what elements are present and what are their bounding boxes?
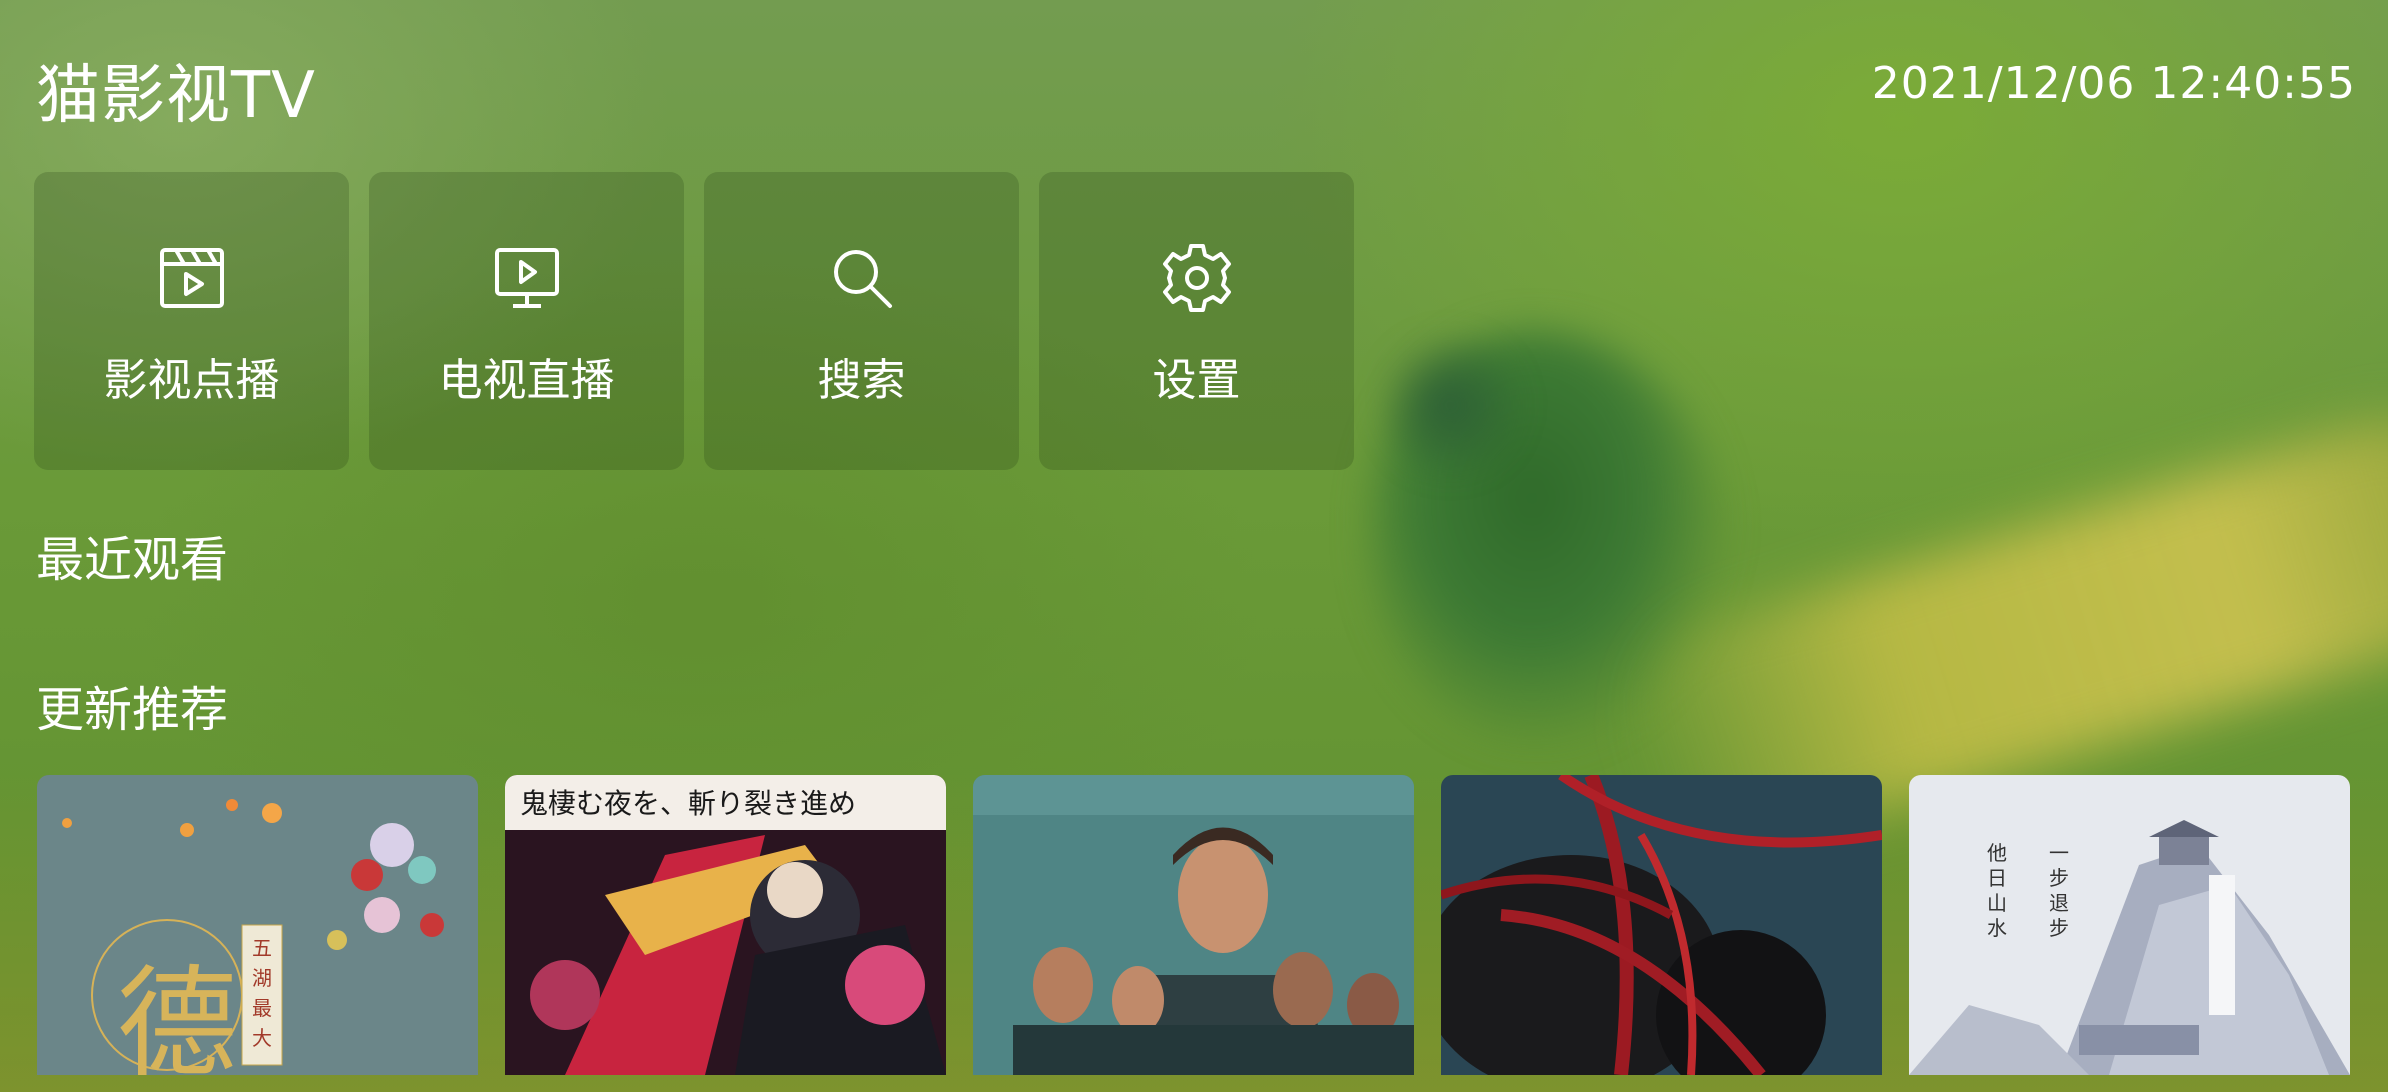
search-icon (833, 250, 892, 308)
poster-card[interactable] (973, 775, 1414, 1075)
poster-side-text: 五 (252, 936, 272, 960)
svg-text:一: 一 (2049, 841, 2069, 865)
poster-side-text: 他 (1987, 841, 2007, 865)
svg-text:湖: 湖 (252, 966, 272, 990)
menu-settings-button[interactable]: 设置 (1039, 172, 1354, 470)
poster-image-venom (1441, 775, 1882, 1075)
clapperboard-icon (159, 248, 224, 308)
svg-text:退: 退 (2049, 891, 2069, 915)
menu-live-tv-label: 电视直播 (438, 355, 615, 406)
svg-text:步: 步 (2049, 916, 2069, 940)
poster-title-text: 德 (117, 955, 237, 1075)
poster-image-temple-mountain: 他 日 山 水 一 步 退 步 (1909, 775, 2350, 1075)
poster-card[interactable]: 五 湖 最 大 德 (37, 775, 478, 1075)
datetime-clock: 2021/12/06 12:40:55 (1871, 58, 2356, 109)
poster-card[interactable]: 鬼棲む夜を、斬り裂き進め (505, 775, 946, 1075)
poster-card[interactable]: 他 日 山 水 一 步 退 步 (1909, 775, 2350, 1075)
poster-image-dune (973, 775, 1414, 1075)
svg-text:步: 步 (2049, 866, 2069, 890)
svg-text:大: 大 (252, 1026, 272, 1050)
menu-live-tv-button[interactable]: 电视直播 (369, 172, 684, 470)
menu-vod-button[interactable]: 影视点播 (34, 172, 349, 470)
tv-play-icon (494, 248, 559, 308)
poster-image-demon-slayer: 鬼棲む夜を、斬り裂き進め (505, 775, 946, 1075)
gear-icon (1162, 244, 1231, 312)
recommend-heading: 更新推荐 (36, 682, 229, 738)
menu-search-label: 搜索 (817, 355, 906, 406)
wallpaper-bird-head-blur (1370, 335, 1530, 475)
poster-title-text: 鬼棲む夜を、斬り裂き進め (520, 787, 856, 820)
poster-image-lantern: 五 湖 最 大 德 (37, 775, 478, 1075)
svg-text:最: 最 (252, 996, 272, 1020)
app-title: 猫影视TV (36, 59, 316, 133)
svg-text:日: 日 (1987, 866, 2007, 890)
recent-watch-heading: 最近观看 (36, 532, 229, 588)
menu-search-button[interactable]: 搜索 (704, 172, 1019, 470)
menu-settings-label: 设置 (1152, 355, 1241, 406)
main-menu: 影视点播 电视直播 搜索 设置 (34, 172, 1354, 470)
menu-vod-label: 影视点播 (103, 355, 280, 406)
svg-text:山: 山 (1987, 891, 2007, 915)
svg-text:水: 水 (1987, 916, 2007, 940)
recommend-poster-row: 五 湖 最 大 德 鬼棲む夜を、斬り裂き進め 他 日 山 水 一 步 退 步 (37, 775, 2350, 1075)
poster-card[interactable] (1441, 775, 1882, 1075)
